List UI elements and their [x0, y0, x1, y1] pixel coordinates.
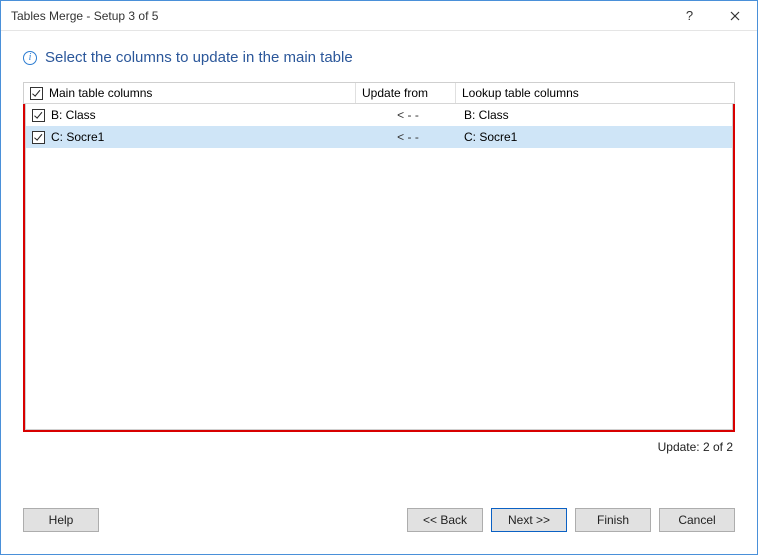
dialog-content: i Select the columns to update in the ma… [1, 31, 757, 500]
close-icon[interactable] [712, 1, 757, 30]
help-button[interactable]: Help [23, 508, 99, 532]
table-empty-area [25, 148, 733, 430]
titlebar: Tables Merge - Setup 3 of 5 ? [1, 1, 757, 31]
back-button[interactable]: << Back [407, 508, 483, 532]
info-icon: i [23, 51, 37, 65]
page-title: Select the columns to update in the main… [45, 49, 353, 66]
header-update-from[interactable]: Update from [356, 83, 456, 103]
header-lookup-columns[interactable]: Lookup table columns [456, 83, 718, 103]
arrow-icon: < - - [358, 130, 458, 144]
table-header-row: Main table columns Update from Lookup ta… [23, 82, 735, 104]
header-tail [718, 83, 734, 103]
help-icon[interactable]: ? [667, 1, 712, 30]
main-col-value: B: Class [51, 108, 96, 122]
status-text: Update: 2 of 2 [23, 432, 735, 454]
select-all-checkbox[interactable] [30, 87, 43, 100]
heading-row: i Select the columns to update in the ma… [23, 49, 735, 66]
row-checkbox[interactable] [32, 131, 45, 144]
lookup-col-value: C: Socre1 [458, 130, 732, 144]
main-col-value: C: Socre1 [51, 130, 104, 144]
header-main-label: Main table columns [49, 86, 152, 100]
finish-button[interactable]: Finish [575, 508, 651, 532]
window-title: Tables Merge - Setup 3 of 5 [11, 9, 667, 23]
dialog-window: Tables Merge - Setup 3 of 5 ? i Select t… [0, 0, 758, 555]
table-row[interactable]: B: Class < - - B: Class [26, 104, 732, 126]
table-body-highlight: B: Class < - - B: Class C: Socre1 < - - … [23, 104, 735, 432]
table-row[interactable]: C: Socre1 < - - C: Socre1 [26, 126, 732, 148]
lookup-col-value: B: Class [458, 108, 732, 122]
dialog-footer: Help << Back Next >> Finish Cancel [1, 500, 757, 554]
titlebar-controls: ? [667, 1, 757, 30]
table-body: B: Class < - - B: Class C: Socre1 < - - … [25, 104, 733, 148]
arrow-icon: < - - [358, 108, 458, 122]
next-button[interactable]: Next >> [491, 508, 567, 532]
row-checkbox[interactable] [32, 109, 45, 122]
header-lookup-label: Lookup table columns [462, 86, 579, 100]
cancel-button[interactable]: Cancel [659, 508, 735, 532]
columns-table: Main table columns Update from Lookup ta… [23, 84, 735, 432]
header-update-label: Update from [362, 86, 428, 100]
header-main-columns[interactable]: Main table columns [24, 83, 356, 103]
